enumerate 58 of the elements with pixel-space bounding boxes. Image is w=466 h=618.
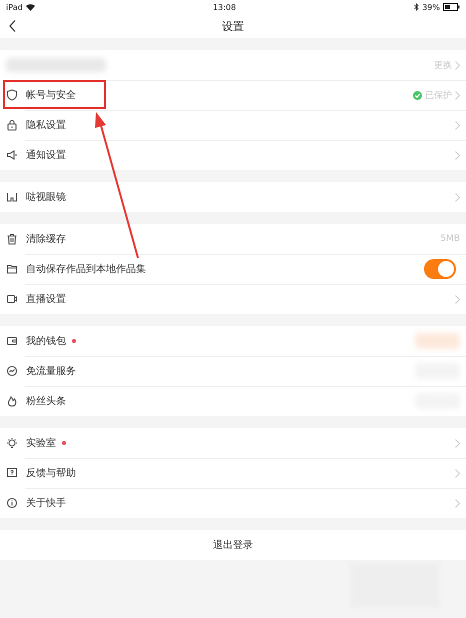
bluetooth-icon xyxy=(414,3,420,11)
row-label: 隐私设置 xyxy=(26,118,66,132)
row-label: 实验室 xyxy=(26,436,56,450)
chevron-right-icon xyxy=(455,150,460,160)
settings-row[interactable]: 我的钱包 xyxy=(0,326,466,356)
info-icon xyxy=(6,497,18,509)
shield-icon xyxy=(6,89,18,101)
chevron-right-icon xyxy=(455,120,460,130)
row-label: 反馈与帮助 xyxy=(26,466,76,480)
battery-percent: 39% xyxy=(422,2,440,12)
page-title: 设置 xyxy=(222,18,244,34)
settings-row[interactable]: 直播设置 xyxy=(0,284,466,314)
help-icon xyxy=(6,467,18,479)
logout-button[interactable]: 退出登录 xyxy=(0,530,466,560)
settings-row[interactable]: 通知设置 xyxy=(0,140,466,170)
toggle-switch[interactable] xyxy=(424,259,456,279)
row-label: 哒视眼镜 xyxy=(26,190,66,204)
row-label: 帐号与安全 xyxy=(26,88,76,102)
wallet-icon xyxy=(6,335,18,347)
row-label: 关于快手 xyxy=(26,496,66,510)
glasses-icon xyxy=(6,191,18,203)
settings-row[interactable]: 实验室 xyxy=(0,428,466,458)
chevron-right-icon xyxy=(455,90,460,100)
chevron-right-icon xyxy=(455,468,460,478)
lock-icon xyxy=(6,119,18,131)
settings-row[interactable]: 哒视眼镜 xyxy=(0,182,466,212)
settings-row[interactable]: 免流量服务 xyxy=(0,356,466,386)
settings-row[interactable]: 关于快手 xyxy=(0,488,466,518)
settings-row[interactable]: 自动保存作品到本地作品集 xyxy=(0,254,466,284)
row-label: 通知设置 xyxy=(26,148,66,162)
row-label: 粉丝头条 xyxy=(26,394,66,408)
row-label: 清除缓存 xyxy=(26,232,66,246)
row-label: 直播设置 xyxy=(26,292,66,306)
row-label: 免流量服务 xyxy=(26,364,76,378)
device-name: iPad xyxy=(6,2,23,12)
check-circle-icon xyxy=(413,90,422,100)
settings-row[interactable]: 反馈与帮助 xyxy=(0,458,466,488)
chevron-right-icon xyxy=(455,60,460,70)
speaker-icon xyxy=(6,149,18,161)
clock-time: 13:08 xyxy=(212,2,236,12)
chevron-right-icon xyxy=(455,498,460,508)
blurred-area xyxy=(415,333,460,349)
chart-circle-icon xyxy=(6,365,18,377)
lightbulb-icon xyxy=(6,437,18,449)
row-label: 自动保存作品到本地作品集 xyxy=(26,262,146,276)
battery-icon xyxy=(442,3,460,11)
flame-icon xyxy=(6,395,18,407)
wifi-icon xyxy=(26,4,35,10)
settings-row[interactable]: 隐私设置 xyxy=(0,110,466,140)
folder-icon xyxy=(6,263,18,275)
trash-icon xyxy=(6,233,18,245)
chevron-right-icon xyxy=(455,192,460,202)
chevron-right-icon xyxy=(455,438,460,448)
settings-row[interactable]: 粉丝头条 xyxy=(0,386,466,416)
camera-icon xyxy=(6,293,18,305)
back-icon[interactable] xyxy=(9,20,16,32)
chevron-right-icon xyxy=(455,294,460,304)
row-label: 我的钱包 xyxy=(26,334,66,348)
